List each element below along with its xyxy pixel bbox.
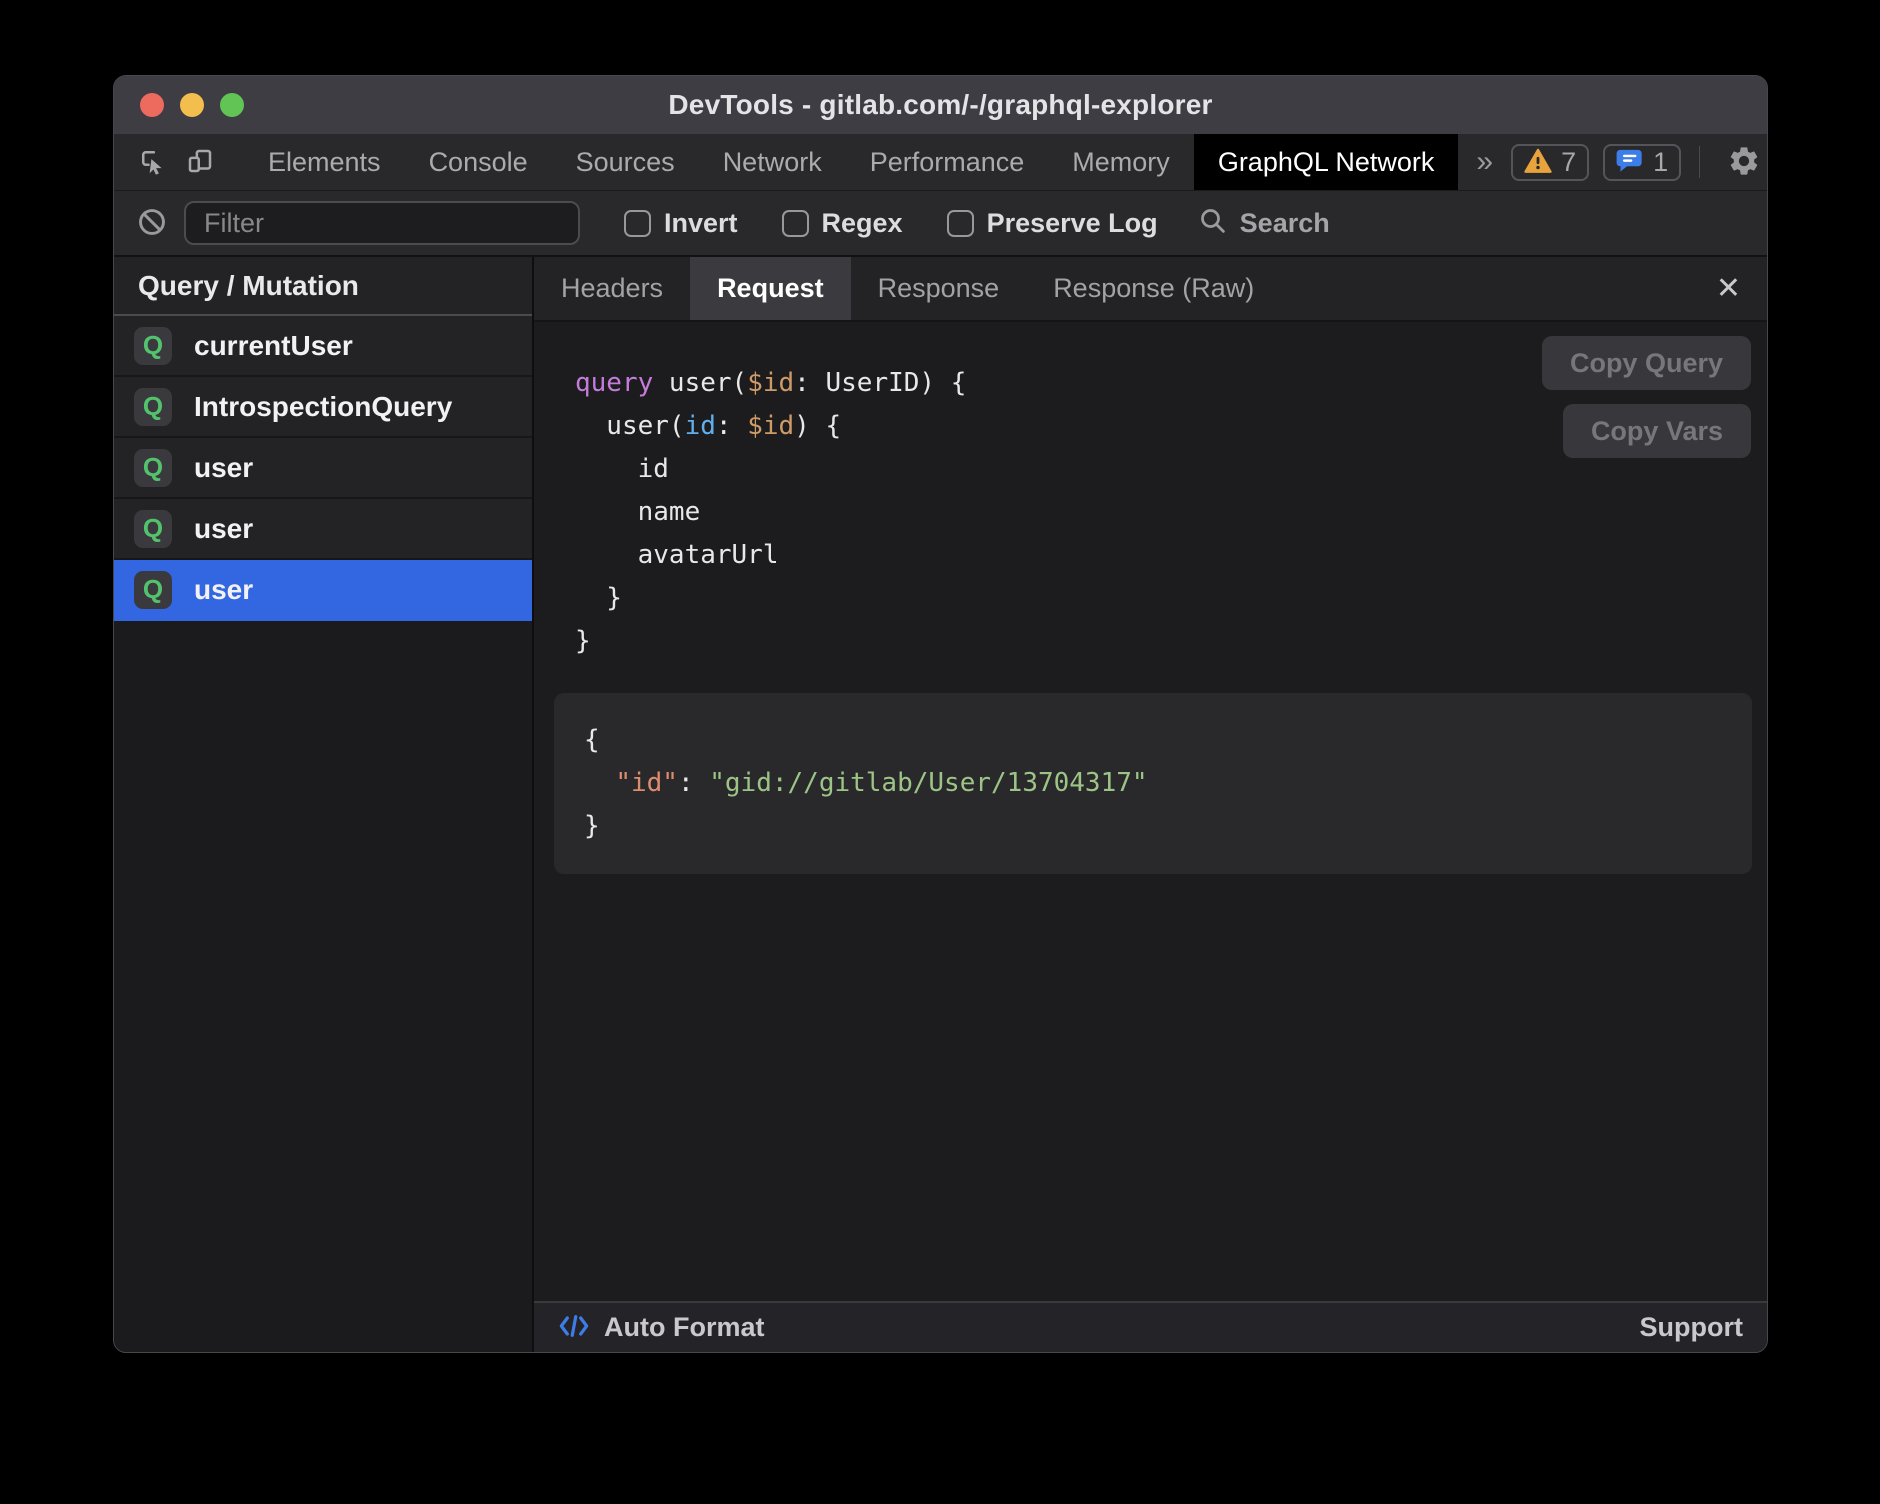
device-toolbar-button[interactable] (176, 134, 224, 190)
main-content: Query / Mutation QcurrentUserQIntrospect… (114, 257, 1767, 1352)
settings-button[interactable] (1718, 144, 1768, 181)
devtools-tabs: ElementsConsoleSourcesNetworkPerformance… (244, 134, 1458, 190)
code-line: { (584, 719, 1722, 762)
sidebar-header: Query / Mutation (114, 257, 532, 316)
query-list: QcurrentUserQIntrospectionQueryQuserQuse… (114, 316, 532, 621)
titlebar: DevTools - gitlab.com/-/graphql-explorer (114, 76, 1767, 134)
devtools-tab-performance[interactable]: Performance (846, 134, 1049, 190)
code-line: } (575, 620, 1767, 663)
query-name-label: user (194, 513, 253, 545)
code-line: } (575, 577, 1767, 620)
block-icon (136, 206, 168, 241)
filter-bar: Invert Regex Preserve Log Search (114, 191, 1767, 257)
close-detail-button[interactable]: ✕ (1716, 274, 1741, 304)
query-list-item-1-introspectionquery[interactable]: Q IntrospectionQuery (114, 377, 532, 438)
auto-format-button[interactable]: Auto Format (558, 1312, 764, 1343)
support-link[interactable]: Support (1640, 1312, 1743, 1343)
request-body: Copy Query Copy Vars query user($id: Use… (534, 322, 1767, 1301)
devtools-tab-memory[interactable]: Memory (1048, 134, 1194, 190)
checkbox-preserve-log[interactable] (947, 210, 974, 237)
checkbox-label-invert: Invert (664, 208, 738, 239)
code-line: name (575, 491, 1767, 534)
query-name-label: user (194, 574, 253, 606)
issues-badge[interactable]: 1 (1603, 144, 1681, 181)
query-list-item-3-user[interactable]: Quser (114, 499, 532, 560)
devtools-tab-sources[interactable]: Sources (552, 134, 699, 190)
detail-tabs: HeadersRequestResponseResponse (Raw) ✕ (534, 257, 1767, 322)
filter-checkbox-preserve-log[interactable]: Preserve Log (947, 208, 1158, 239)
warning-icon (1524, 148, 1552, 177)
query-sidebar: Query / Mutation QcurrentUserQIntrospect… (114, 257, 534, 1352)
checkbox-label-regex: Regex (822, 208, 903, 239)
toolbar-right: 7 1 (1511, 134, 1768, 190)
window-title: DevTools - gitlab.com/-/graphql-explorer (114, 89, 1767, 121)
devtools-tab-graphql-network[interactable]: GraphQL Network (1194, 134, 1459, 190)
code-brackets-icon (558, 1312, 590, 1343)
devtools-tab-elements[interactable]: Elements (244, 134, 405, 190)
code-line: } (584, 805, 1722, 848)
query-variables-box: { "id": "gid://gitlab/User/13704317"} (554, 693, 1752, 874)
warning-count: 7 (1561, 147, 1576, 178)
gear-icon (1727, 144, 1761, 181)
bottom-bar: Auto Format Support (534, 1301, 1767, 1352)
detail-tabs-inner: HeadersRequestResponseResponse (Raw) (534, 257, 1281, 320)
search-icon (1198, 206, 1228, 241)
code-line: avatarUrl (575, 534, 1767, 577)
detail-tab-headers[interactable]: Headers (534, 257, 690, 320)
query-name-label: user (194, 452, 253, 484)
inspect-cursor-icon (137, 146, 167, 179)
checkbox-regex[interactable] (782, 210, 809, 237)
toolbar-right-divider (1699, 146, 1700, 178)
filter-checkbox-regex[interactable]: Regex (782, 208, 903, 239)
copy-vars-button[interactable]: Copy Vars (1563, 404, 1751, 458)
search-toggle[interactable]: Search (1198, 206, 1330, 241)
detail-tab-response-raw[interactable]: Response (Raw) (1026, 257, 1281, 320)
more-tabs-button[interactable]: » (1458, 134, 1511, 190)
filter-checkbox-invert[interactable]: Invert (624, 208, 738, 239)
checkbox-label-preserve-log: Preserve Log (987, 208, 1158, 239)
checkbox-invert[interactable] (624, 210, 651, 237)
query-list-item-4-user[interactable]: Quser (114, 560, 532, 621)
copy-buttons: Copy Query Copy Vars (1542, 336, 1751, 458)
filter-input[interactable] (184, 201, 580, 245)
warnings-badge[interactable]: 7 (1511, 144, 1589, 181)
search-label: Search (1240, 208, 1330, 239)
devtools-toolbar: ElementsConsoleSourcesNetworkPerformance… (114, 134, 1767, 191)
code-line: "id": "gid://gitlab/User/13704317" (584, 762, 1722, 805)
query-type-badge: Q (134, 327, 172, 365)
query-list-item-0-currentuser[interactable]: QcurrentUser (114, 316, 532, 377)
devtools-tab-network[interactable]: Network (699, 134, 846, 190)
inspect-element-button[interactable] (128, 134, 176, 190)
filter-checkboxes: Invert Regex Preserve Log (624, 208, 1158, 239)
message-count: 1 (1653, 147, 1668, 178)
query-name-label: currentUser (194, 330, 353, 362)
clear-filter-button[interactable] (136, 206, 168, 241)
query-type-badge: Q (134, 449, 172, 487)
query-type-badge: Q (134, 510, 172, 548)
message-bubble-icon (1616, 148, 1644, 177)
copy-query-button[interactable]: Copy Query (1542, 336, 1751, 390)
detail-tab-response[interactable]: Response (851, 257, 1027, 320)
query-list-item-2-user[interactable]: Quser (114, 438, 532, 499)
query-type-badge: Q (134, 571, 172, 609)
devtools-window: DevTools - gitlab.com/-/graphql-explorer… (113, 75, 1768, 1353)
detail-tab-request[interactable]: Request (690, 257, 851, 320)
request-detail-panel: HeadersRequestResponseResponse (Raw) ✕ C… (534, 257, 1767, 1352)
query-type-badge: Q (134, 388, 172, 426)
auto-format-label: Auto Format (604, 1312, 764, 1343)
query-name-label: IntrospectionQuery (194, 391, 452, 423)
devtools-tab-console[interactable]: Console (405, 134, 552, 190)
device-toolbar-icon (185, 146, 215, 179)
